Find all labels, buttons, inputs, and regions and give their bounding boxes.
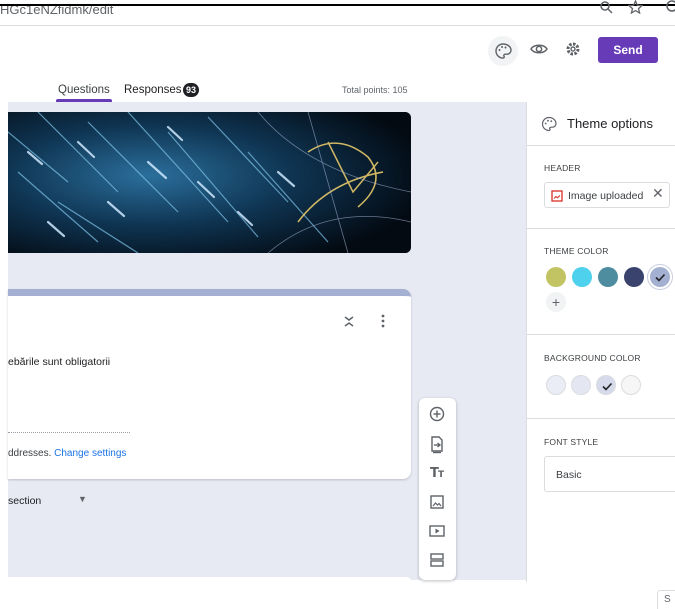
palette-icon[interactable]: [488, 36, 518, 66]
add-custom-color-icon[interactable]: +: [546, 292, 566, 312]
background-color-label: BACKGROUND COLOR: [544, 353, 641, 363]
font-style-label: FONT STYLE: [544, 437, 599, 447]
panel-divider: [527, 228, 675, 229]
font-style-value: Basic: [556, 469, 582, 481]
header-image: [8, 112, 411, 253]
background-color-swatch[interactable]: [546, 375, 566, 395]
add-title-icon[interactable]: TT: [425, 460, 449, 484]
theme-color-swatch[interactable]: [546, 267, 566, 287]
tab-responses[interactable]: Responses: [124, 84, 182, 96]
responses-count-badge: 93: [183, 83, 199, 97]
bottom-corner-tab[interactable]: S: [657, 590, 675, 609]
total-points: Total points: 105: [342, 85, 408, 95]
panel-divider: [527, 418, 675, 419]
import-questions-icon[interactable]: [425, 432, 449, 456]
theme-color-swatch[interactable]: [572, 267, 592, 287]
section-label[interactable]: section: [8, 495, 41, 507]
next-card-edge: [8, 577, 411, 581]
image-file-icon: [551, 189, 563, 202]
window-top-border: [0, 4, 675, 6]
theme-color-swatch[interactable]: [624, 267, 644, 287]
add-video-icon[interactable]: [425, 519, 449, 543]
description-field-underline: [8, 432, 130, 433]
theme-options-panel: [526, 102, 675, 582]
dropdown-arrow-icon[interactable]: ▼: [78, 494, 87, 504]
email-note-text: ddresses.: [8, 448, 52, 459]
add-image-icon[interactable]: [425, 490, 449, 514]
email-collection-note: ddresses. Change settings: [8, 448, 126, 459]
theme-panel-title: Theme options: [567, 116, 653, 131]
theme-color-swatch[interactable]: [650, 267, 670, 287]
search-icon[interactable]: [597, 0, 615, 16]
header-section-label: HEADER: [544, 163, 581, 173]
background-color-swatch[interactable]: [621, 375, 641, 395]
tab-questions[interactable]: Questions: [58, 84, 110, 96]
theme-color-label: THEME COLOR: [544, 246, 609, 256]
send-button[interactable]: Send: [598, 37, 658, 63]
theme-color-swatch[interactable]: [598, 267, 618, 287]
panel-divider: [527, 334, 675, 335]
profile-icon[interactable]: [662, 0, 675, 16]
background-color-swatch[interactable]: [571, 375, 591, 395]
panel-divider: [527, 145, 675, 146]
change-settings-link[interactable]: Change settings: [54, 448, 126, 459]
more-vert-icon[interactable]: [378, 313, 388, 329]
preview-eye-icon[interactable]: [524, 34, 554, 64]
collapse-icon[interactable]: [342, 313, 356, 329]
required-questions-note: ebările sunt obligatorii: [8, 356, 111, 368]
remove-image-close-icon[interactable]: ✕: [652, 185, 664, 202]
star-icon[interactable]: [626, 0, 644, 16]
settings-gear-icon[interactable]: [558, 34, 588, 64]
background-color-swatch[interactable]: [596, 375, 616, 395]
svg-text:T: T: [438, 470, 445, 480]
image-chip-label: Image uploaded: [568, 190, 644, 202]
add-question-icon[interactable]: [425, 402, 449, 426]
add-section-icon[interactable]: [425, 548, 449, 572]
palette-icon: [541, 116, 557, 132]
